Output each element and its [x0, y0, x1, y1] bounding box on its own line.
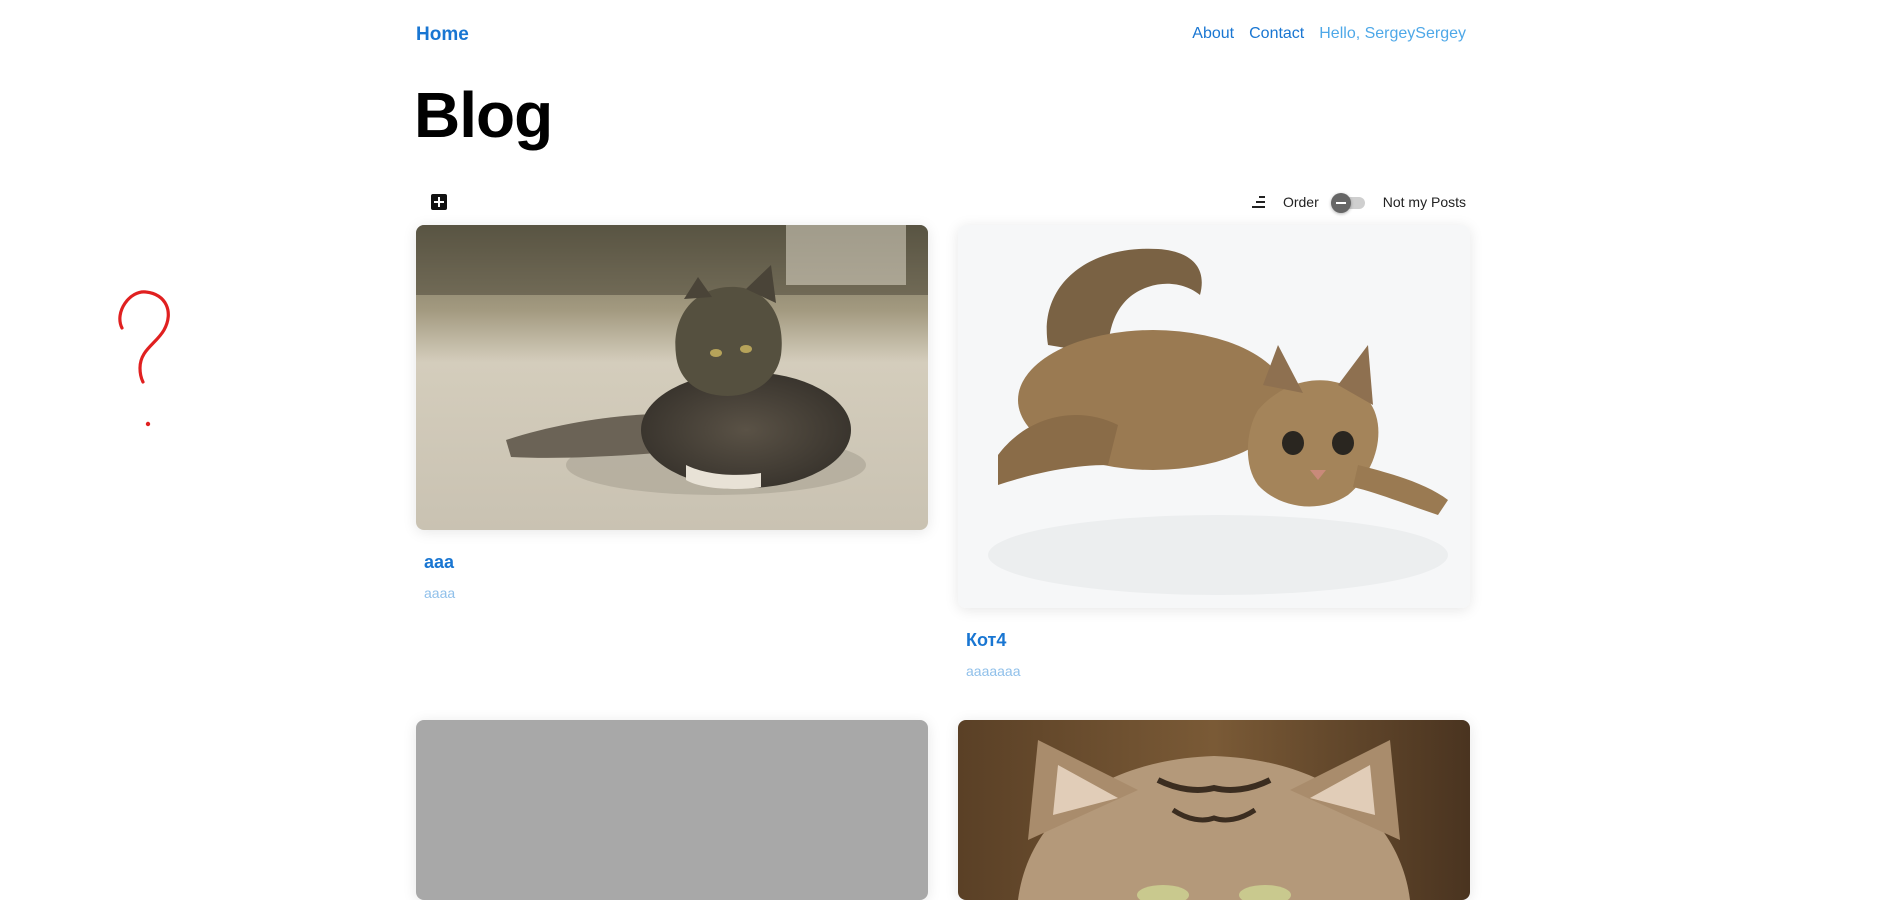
post-title[interactable]: Кот4 — [958, 630, 1470, 651]
not-my-posts-label: Not my Posts — [1382, 194, 1466, 210]
toggle-thumb — [1330, 193, 1351, 213]
order-label: Order — [1282, 194, 1319, 210]
toolbar-controls: Order Not my Posts — [1249, 190, 1466, 214]
question-mark-doodle — [118, 290, 170, 427]
post-card: Кот4 aaaaaaa — [958, 225, 1470, 679]
post-image-cat-lying[interactable] — [416, 225, 928, 530]
post-image-placeholder[interactable] — [416, 720, 928, 900]
not-my-posts-toggle[interactable] — [1330, 193, 1367, 213]
contact-link[interactable]: Contact — [1249, 25, 1304, 43]
posts-toolbar: Order Not my Posts — [416, 188, 1466, 216]
post-image-cat-face[interactable] — [958, 720, 1470, 900]
post-card: aaa aaaa — [416, 225, 928, 601]
post-image-kitten[interactable] — [958, 225, 1470, 608]
plus-square-icon[interactable] — [429, 192, 449, 212]
post-title[interactable]: aaa — [416, 552, 928, 573]
post-card — [958, 720, 1470, 900]
home-link[interactable]: Home — [416, 24, 469, 46]
about-link[interactable]: About — [1192, 25, 1234, 43]
post-card — [416, 720, 928, 900]
user-greeting-link[interactable]: Hello, SergeySergey — [1319, 25, 1466, 43]
page-title: Blog — [414, 79, 553, 151]
post-subtitle: aaaaaaa — [966, 663, 1021, 679]
post-subtitle: aaaa — [424, 585, 456, 601]
top-nav: Home About Contact Hello, SergeySergey — [416, 0, 1466, 68]
sort-lines-icon[interactable] — [1249, 192, 1269, 212]
nav-links: About Contact Hello, SergeySergey — [1192, 25, 1466, 43]
